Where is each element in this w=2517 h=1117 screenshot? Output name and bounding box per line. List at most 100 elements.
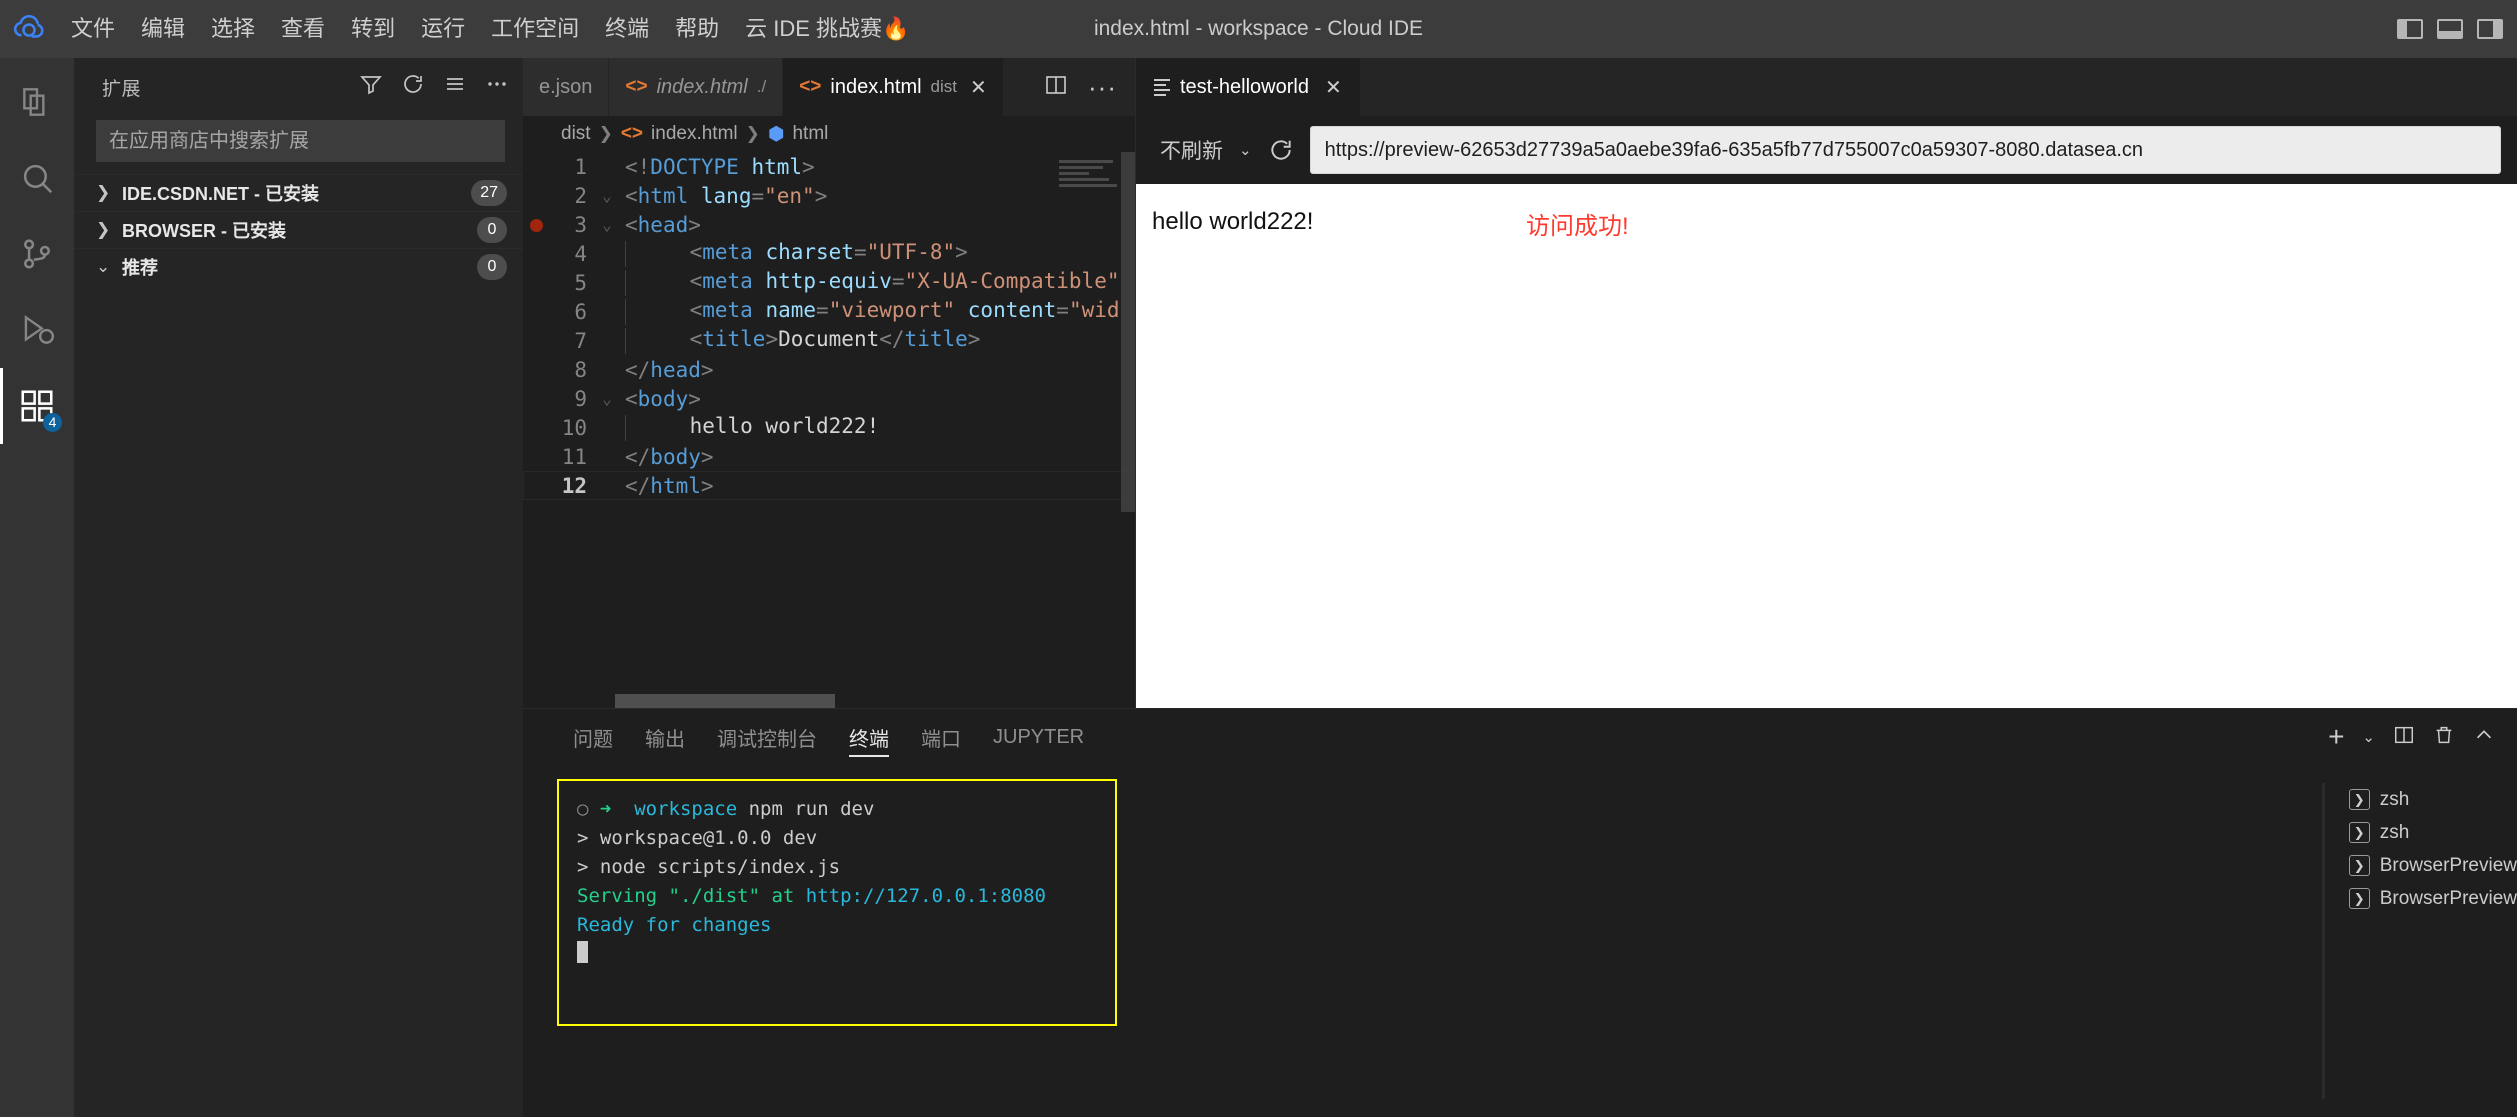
activity-bar: 4 bbox=[0, 58, 74, 1117]
terminal-instance[interactable]: ❯ zsh bbox=[2339, 783, 2517, 816]
chevron-down-icon[interactable]: ⌄ bbox=[2362, 728, 2375, 746]
menu-selection[interactable]: 选择 bbox=[198, 11, 268, 48]
section-count: 0 bbox=[477, 217, 507, 243]
breadcrumb-folder[interactable]: dist bbox=[561, 123, 591, 145]
menu-workspace[interactable]: 工作空间 bbox=[478, 11, 592, 48]
sidebar-item-explorer[interactable] bbox=[0, 64, 74, 140]
menu-edit[interactable]: 编辑 bbox=[128, 11, 198, 48]
code-text: <body> bbox=[625, 386, 701, 411]
toggle-panel-icon[interactable] bbox=[2437, 19, 2463, 39]
fold-icon[interactable]: ⌄ bbox=[593, 186, 621, 205]
line-number: 9 bbox=[574, 386, 587, 411]
reload-icon[interactable] bbox=[1268, 137, 1294, 163]
sidebar-header: 扩展 bbox=[74, 58, 523, 116]
menu-run[interactable]: 运行 bbox=[408, 11, 478, 48]
code-editor-group: e.json <> index.html ./ <> index.html di… bbox=[523, 58, 1135, 708]
sidebar-item-search[interactable] bbox=[0, 140, 74, 216]
extensions-sections: ❯ IDE.CSDN.NET - 已安装 27 ❯ BROWSER - 已安装 … bbox=[74, 174, 523, 285]
trash-icon[interactable] bbox=[2433, 724, 2455, 751]
terminal-icon: ❯ bbox=[2348, 888, 2370, 909]
add-terminal-icon[interactable]: + bbox=[2328, 722, 2344, 750]
section-ide-csdn-net[interactable]: ❯ IDE.CSDN.NET - 已安装 27 bbox=[74, 174, 523, 211]
terminal-output[interactable]: ○ ➜ workspace npm run dev > workspace@1.0… bbox=[557, 779, 1117, 1026]
breadcrumb-file[interactable]: index.html bbox=[651, 123, 738, 145]
tab-ports[interactable]: 端口 bbox=[905, 709, 977, 765]
tab-debug-console[interactable]: 调试控制台 bbox=[701, 709, 833, 765]
close-icon[interactable]: ✕ bbox=[970, 75, 987, 100]
search-input[interactable] bbox=[96, 120, 505, 162]
panel-tab-bar: 问题 输出 调试控制台 终端 端口 JUPYTER + ⌄ bbox=[523, 709, 2517, 765]
section-browser[interactable]: ❯ BROWSER - 已安装 0 bbox=[74, 211, 523, 248]
terminal-line: > workspace@1.0.0 dev bbox=[577, 826, 818, 849]
tab-test-helloworld[interactable]: test-helloworld ✕ bbox=[1136, 58, 1360, 116]
tab-label: test-helloworld bbox=[1180, 75, 1309, 98]
code-line: 9 ⌄ <body> bbox=[523, 384, 1135, 413]
preview-success-text: 访问成功! bbox=[1526, 213, 1629, 240]
menu-bar: 文件 编辑 选择 查看 转到 运行 工作空间 终端 帮助 云 IDE 挑战赛🔥 bbox=[58, 11, 922, 48]
maximize-panel-icon[interactable] bbox=[2473, 724, 2495, 751]
breadcrumb-symbol[interactable]: html bbox=[792, 123, 828, 145]
minimap[interactable] bbox=[1059, 160, 1119, 190]
preview-icon bbox=[1154, 78, 1170, 96]
terminal-instance-list: ❯ zsh ❯ zsh ❯ BrowserPreview ❯ BrowserPreview bbox=[2335, 765, 2517, 1117]
menu-view[interactable]: 查看 bbox=[268, 11, 338, 48]
sidebar-item-extensions[interactable]: 4 bbox=[0, 368, 74, 444]
tab-index-html-dist[interactable]: <> index.html dist ✕ bbox=[783, 58, 1004, 116]
tab-index-html-root[interactable]: <> index.html ./ bbox=[609, 58, 784, 116]
list-icon[interactable] bbox=[443, 72, 467, 102]
section-recommended[interactable]: ⌄ 推荐 0 bbox=[74, 248, 523, 285]
editor-vertical-scrollbar[interactable] bbox=[1121, 152, 1135, 512]
sidebar-item-source-control[interactable] bbox=[0, 216, 74, 292]
breakpoint-icon[interactable] bbox=[523, 213, 549, 237]
split-editor-icon[interactable] bbox=[1044, 73, 1068, 102]
refresh-mode-select[interactable]: 不刷新 ⌄ bbox=[1160, 135, 1252, 165]
chevron-right-icon: ❯ bbox=[96, 220, 111, 239]
menu-terminal[interactable]: 终端 bbox=[592, 11, 662, 48]
code-text: <html lang="en"> bbox=[625, 183, 828, 208]
close-icon[interactable]: ✕ bbox=[1325, 75, 1342, 100]
editor-horizontal-scrollbar-track bbox=[523, 694, 1135, 708]
fold-icon[interactable]: ⌄ bbox=[593, 389, 621, 408]
cloud-ide-logo[interactable] bbox=[0, 12, 58, 46]
url-input[interactable]: https://preview-62653d27739a5a0aebe39fa6… bbox=[1309, 126, 2501, 174]
toggle-sidebar-icon[interactable] bbox=[2397, 19, 2423, 39]
code-lines: 1 <!DOCTYPE html> 2 ⌄ <html lang="en"> 3 ⌄ <hea… bbox=[523, 152, 1135, 500]
fold-icon[interactable]: ⌄ bbox=[593, 215, 621, 234]
tab-description: ./ bbox=[756, 77, 767, 96]
code-view[interactable]: 1 <!DOCTYPE html> 2 ⌄ <html lang="en"> 3 ⌄ <hea… bbox=[523, 152, 1135, 694]
terminal-line: ○ ➜ workspace npm run dev bbox=[577, 798, 875, 820]
menu-file[interactable]: 文件 bbox=[58, 11, 128, 48]
line-number: 7 bbox=[574, 328, 587, 353]
terminal-instance[interactable]: ❯ BrowserPreview bbox=[2339, 849, 2517, 882]
code-line: 2 ⌄ <html lang="en"> bbox=[523, 181, 1135, 210]
section-label: IDE.CSDN.NET - 已安装 bbox=[122, 184, 320, 204]
terminal-split-divider[interactable] bbox=[2321, 783, 2325, 1099]
more-actions-icon[interactable]: ··· bbox=[1088, 74, 1117, 100]
more-icon[interactable] bbox=[485, 72, 509, 102]
terminal-line: Ready for changes bbox=[577, 913, 772, 936]
menu-cloud-ide-challenge[interactable]: 云 IDE 挑战赛🔥 bbox=[732, 11, 922, 48]
editor-horizontal-scrollbar[interactable] bbox=[615, 694, 835, 708]
menu-go[interactable]: 转到 bbox=[338, 11, 408, 48]
menu-help[interactable]: 帮助 bbox=[662, 11, 732, 48]
tab-problems[interactable]: 问题 bbox=[557, 709, 629, 765]
filter-icon[interactable] bbox=[359, 72, 383, 102]
tab-package-json[interactable]: e.json bbox=[523, 58, 610, 116]
terminal-instance[interactable]: ❯ BrowserPreview bbox=[2339, 882, 2517, 915]
sidebar-item-run-debug[interactable] bbox=[0, 292, 74, 368]
terminal-line: Serving "./dist" at http://127.0.0.1:808… bbox=[577, 884, 1046, 907]
bottom-panel: 问题 输出 调试控制台 终端 端口 JUPYTER + ⌄ ○ ➜ worksp… bbox=[523, 708, 2517, 1117]
chevron-down-icon: ⌄ bbox=[96, 257, 111, 276]
terminal-instance-label: zsh bbox=[2379, 788, 2410, 810]
tab-terminal[interactable]: 终端 bbox=[833, 709, 905, 765]
preview-tab-bar: test-helloworld ✕ bbox=[1136, 58, 2517, 116]
terminal-instance[interactable]: ❯ zsh bbox=[2339, 816, 2517, 849]
code-line: 10 hello world222! bbox=[523, 413, 1135, 442]
tab-label: index.html bbox=[656, 75, 748, 98]
toggle-auxbar-icon[interactable] bbox=[2477, 19, 2503, 39]
refresh-icon[interactable] bbox=[401, 72, 425, 102]
code-line: 12 </html> bbox=[523, 471, 1135, 500]
tab-jupyter[interactable]: JUPYTER bbox=[977, 709, 1100, 765]
tab-output[interactable]: 输出 bbox=[629, 709, 701, 765]
split-terminal-icon[interactable] bbox=[2393, 724, 2415, 751]
